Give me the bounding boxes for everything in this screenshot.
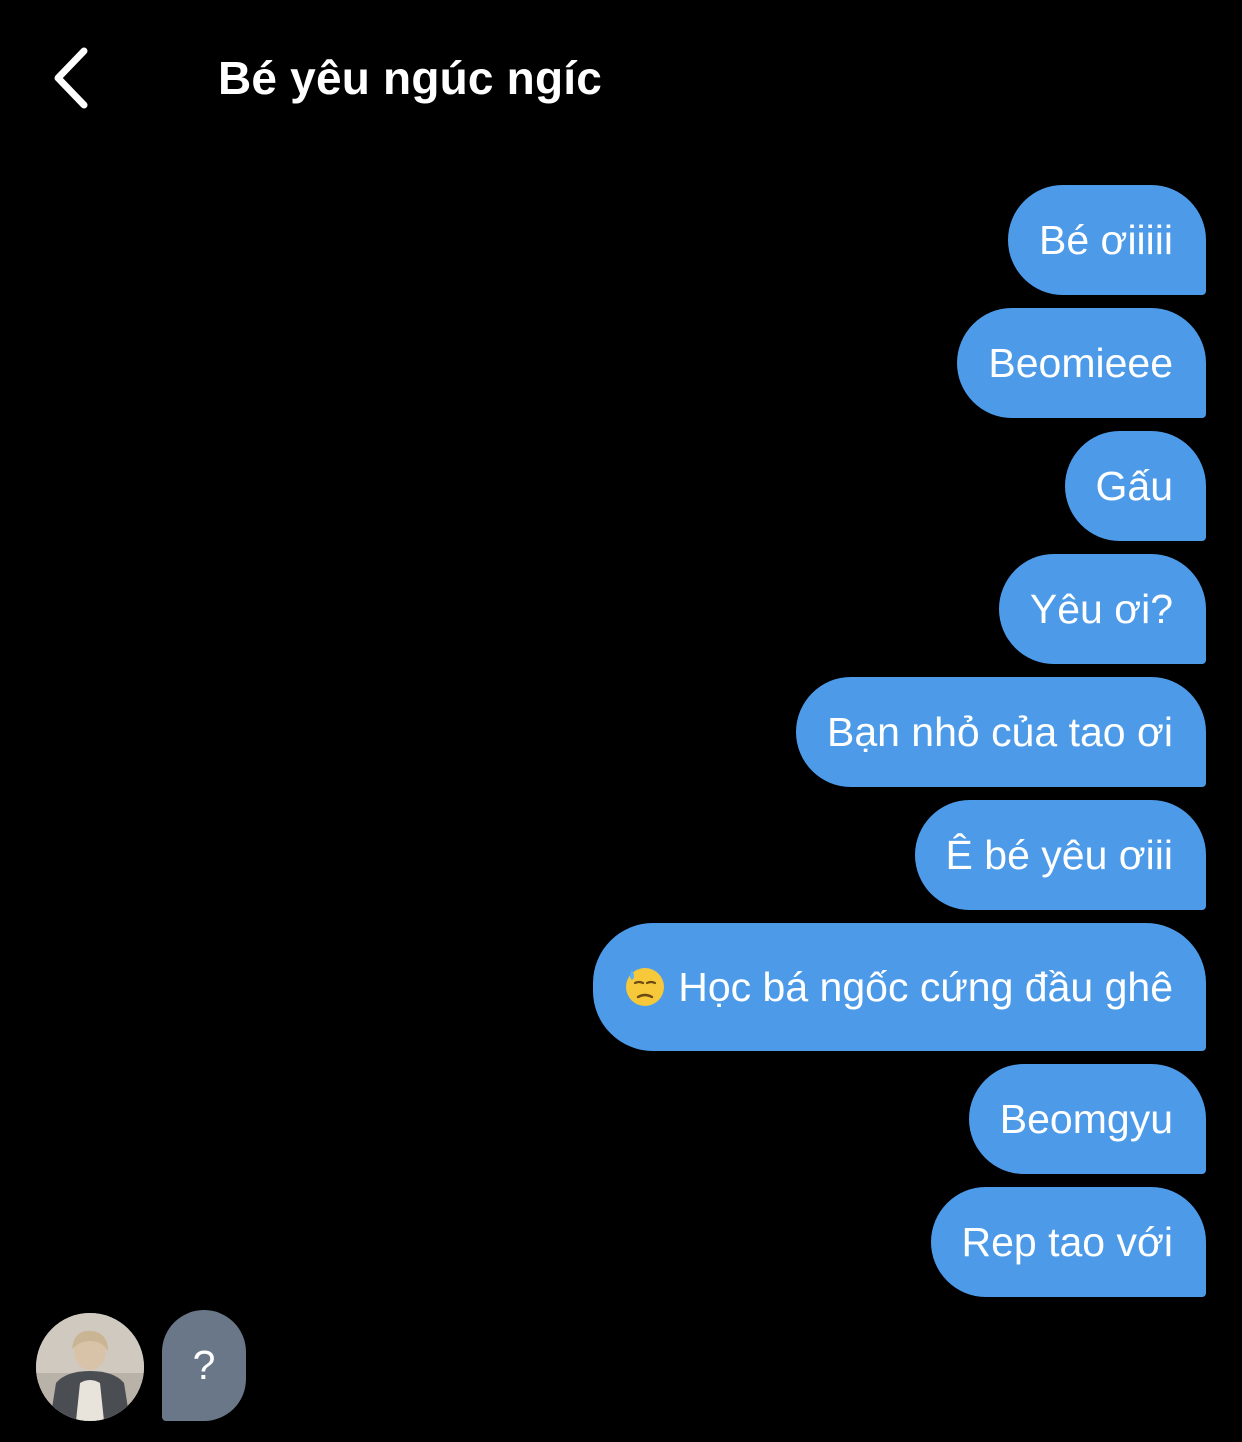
profile-photo (36, 1313, 144, 1421)
message-text: Yêu ơi? (1029, 586, 1173, 632)
downcast-face-with-sweat-icon (626, 968, 665, 1006)
chat-title: Bé yêu ngúc ngíc (218, 52, 603, 104)
chat-header: Bé yêu ngúc ngíc (0, 0, 1242, 150)
outgoing-message-bubble[interactable]: Gấu (1064, 431, 1206, 541)
outgoing-message-bubble[interactable]: Học bá ngốc cứng đầu ghê (593, 923, 1206, 1051)
chevron-left-icon (54, 47, 88, 108)
outgoing-message-bubble[interactable]: Beomgyu (968, 1064, 1206, 1174)
message-text: Bạn nhỏ của tao ơi (826, 709, 1173, 755)
message-text: Gấu (1095, 463, 1174, 509)
message-text: Ê bé yêu ơiii (945, 832, 1173, 878)
outgoing-message-bubble[interactable]: Bé ơiiiii (1008, 185, 1206, 295)
incoming-message-bubble[interactable]: ? (162, 1310, 246, 1421)
message-text: Bé ơiiiii (1039, 217, 1173, 263)
outgoing-message-bubble[interactable]: Ê bé yêu ơiii (914, 800, 1206, 910)
avatar[interactable] (36, 1313, 144, 1421)
message-text: Rep tao với (961, 1219, 1174, 1265)
outgoing-message-bubble[interactable]: Rep tao với (930, 1187, 1206, 1297)
outgoing-message-bubble[interactable]: Yêu ơi? (998, 554, 1206, 664)
back-button[interactable] (30, 35, 110, 120)
outgoing-message-bubble[interactable]: Bạn nhỏ của tao ơi (795, 677, 1206, 787)
outgoing-message-bubble[interactable]: Beomieee (957, 308, 1206, 418)
message-text: Beomieee (988, 340, 1173, 386)
message-text: Học bá ngốc cứng đầu ghê (678, 964, 1173, 1010)
message-text: Beomgyu (999, 1096, 1173, 1142)
message-thread: Bé ơiiiii Beomieee Gấu Yêu ơi? Bạn nhỏ c… (593, 185, 1206, 1297)
message-text: ? (192, 1342, 216, 1388)
incoming-message-row: ? (36, 1310, 246, 1421)
